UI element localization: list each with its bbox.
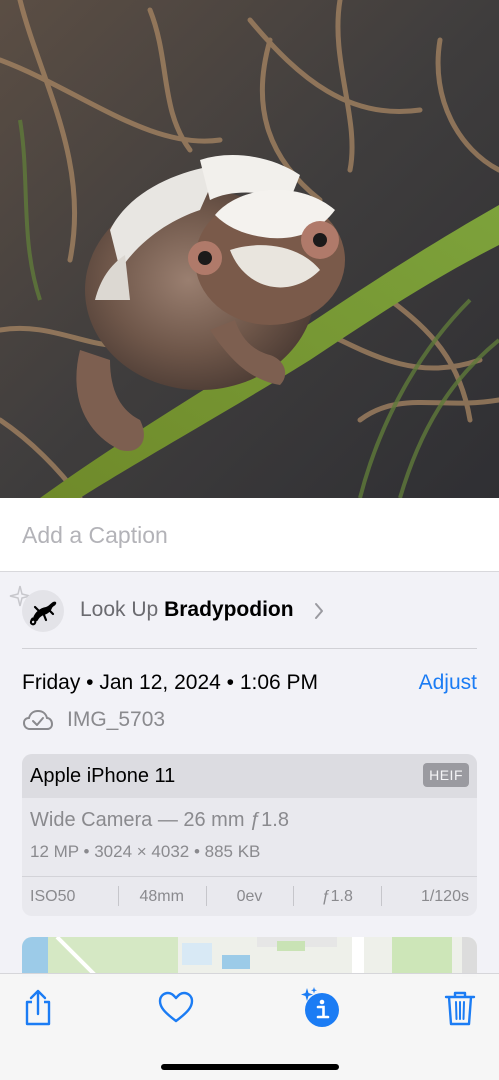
device-name: Apple iPhone 11: [30, 765, 176, 787]
lizard-icon-badge: [22, 590, 64, 632]
home-indicator: [161, 1064, 339, 1070]
lens-info: Wide Camera — 26 mm ƒ1.8: [30, 809, 289, 831]
photo-info-screen: Look Up Bradypodion Friday • Jan 12, 202…: [0, 0, 499, 1080]
info-sparkle-icon[interactable]: [298, 986, 342, 1030]
caption-area: [0, 498, 499, 572]
exif-shutter-speed: 1/120s: [381, 885, 477, 906]
lookup-label: Look Up Bradypodion: [80, 598, 294, 622]
adjust-button[interactable]: Adjust: [419, 671, 477, 695]
camera-info-card: Apple iPhone 11 HEIF Wide Camera — 26 mm…: [22, 754, 477, 916]
lookup-prefix: Look Up: [80, 598, 165, 621]
image-specs: 12 MP • 3024 × 4032 • 885 KB: [30, 842, 261, 861]
format-badge: HEIF: [423, 763, 469, 787]
exif-aperture: ƒ1.8: [293, 885, 381, 906]
caption-input[interactable]: [22, 518, 472, 552]
heart-icon[interactable]: [156, 988, 196, 1028]
chameleon-image: [0, 0, 499, 498]
camera-card-header: Apple iPhone 11 HEIF: [22, 754, 477, 798]
photo[interactable]: [0, 0, 499, 498]
map-image: [22, 937, 477, 977]
lookup-term: Bradypodion: [164, 598, 294, 621]
exif-iso: ISO50: [30, 887, 76, 905]
filename: IMG_5703: [67, 708, 166, 731]
location-map[interactable]: [22, 937, 477, 977]
exif-row: ISO50 48mm 0ev ƒ1.8 1/120s: [22, 877, 477, 916]
divider: [22, 648, 477, 649]
share-icon[interactable]: [18, 988, 58, 1028]
photo-date: Friday • Jan 12, 2024 • 1:06 PM: [22, 671, 319, 694]
visual-lookup-row[interactable]: Look Up Bradypodion: [9, 585, 477, 634]
lizard-icon: [29, 601, 57, 626]
exif-exposure-value: 0ev: [205, 885, 294, 906]
bottom-toolbar: [0, 973, 499, 1080]
trash-icon[interactable]: [440, 988, 480, 1028]
exif-focal-length: 48mm: [117, 885, 206, 906]
chevron-right-icon: [315, 603, 323, 619]
icloud-check-icon: [22, 709, 54, 730]
